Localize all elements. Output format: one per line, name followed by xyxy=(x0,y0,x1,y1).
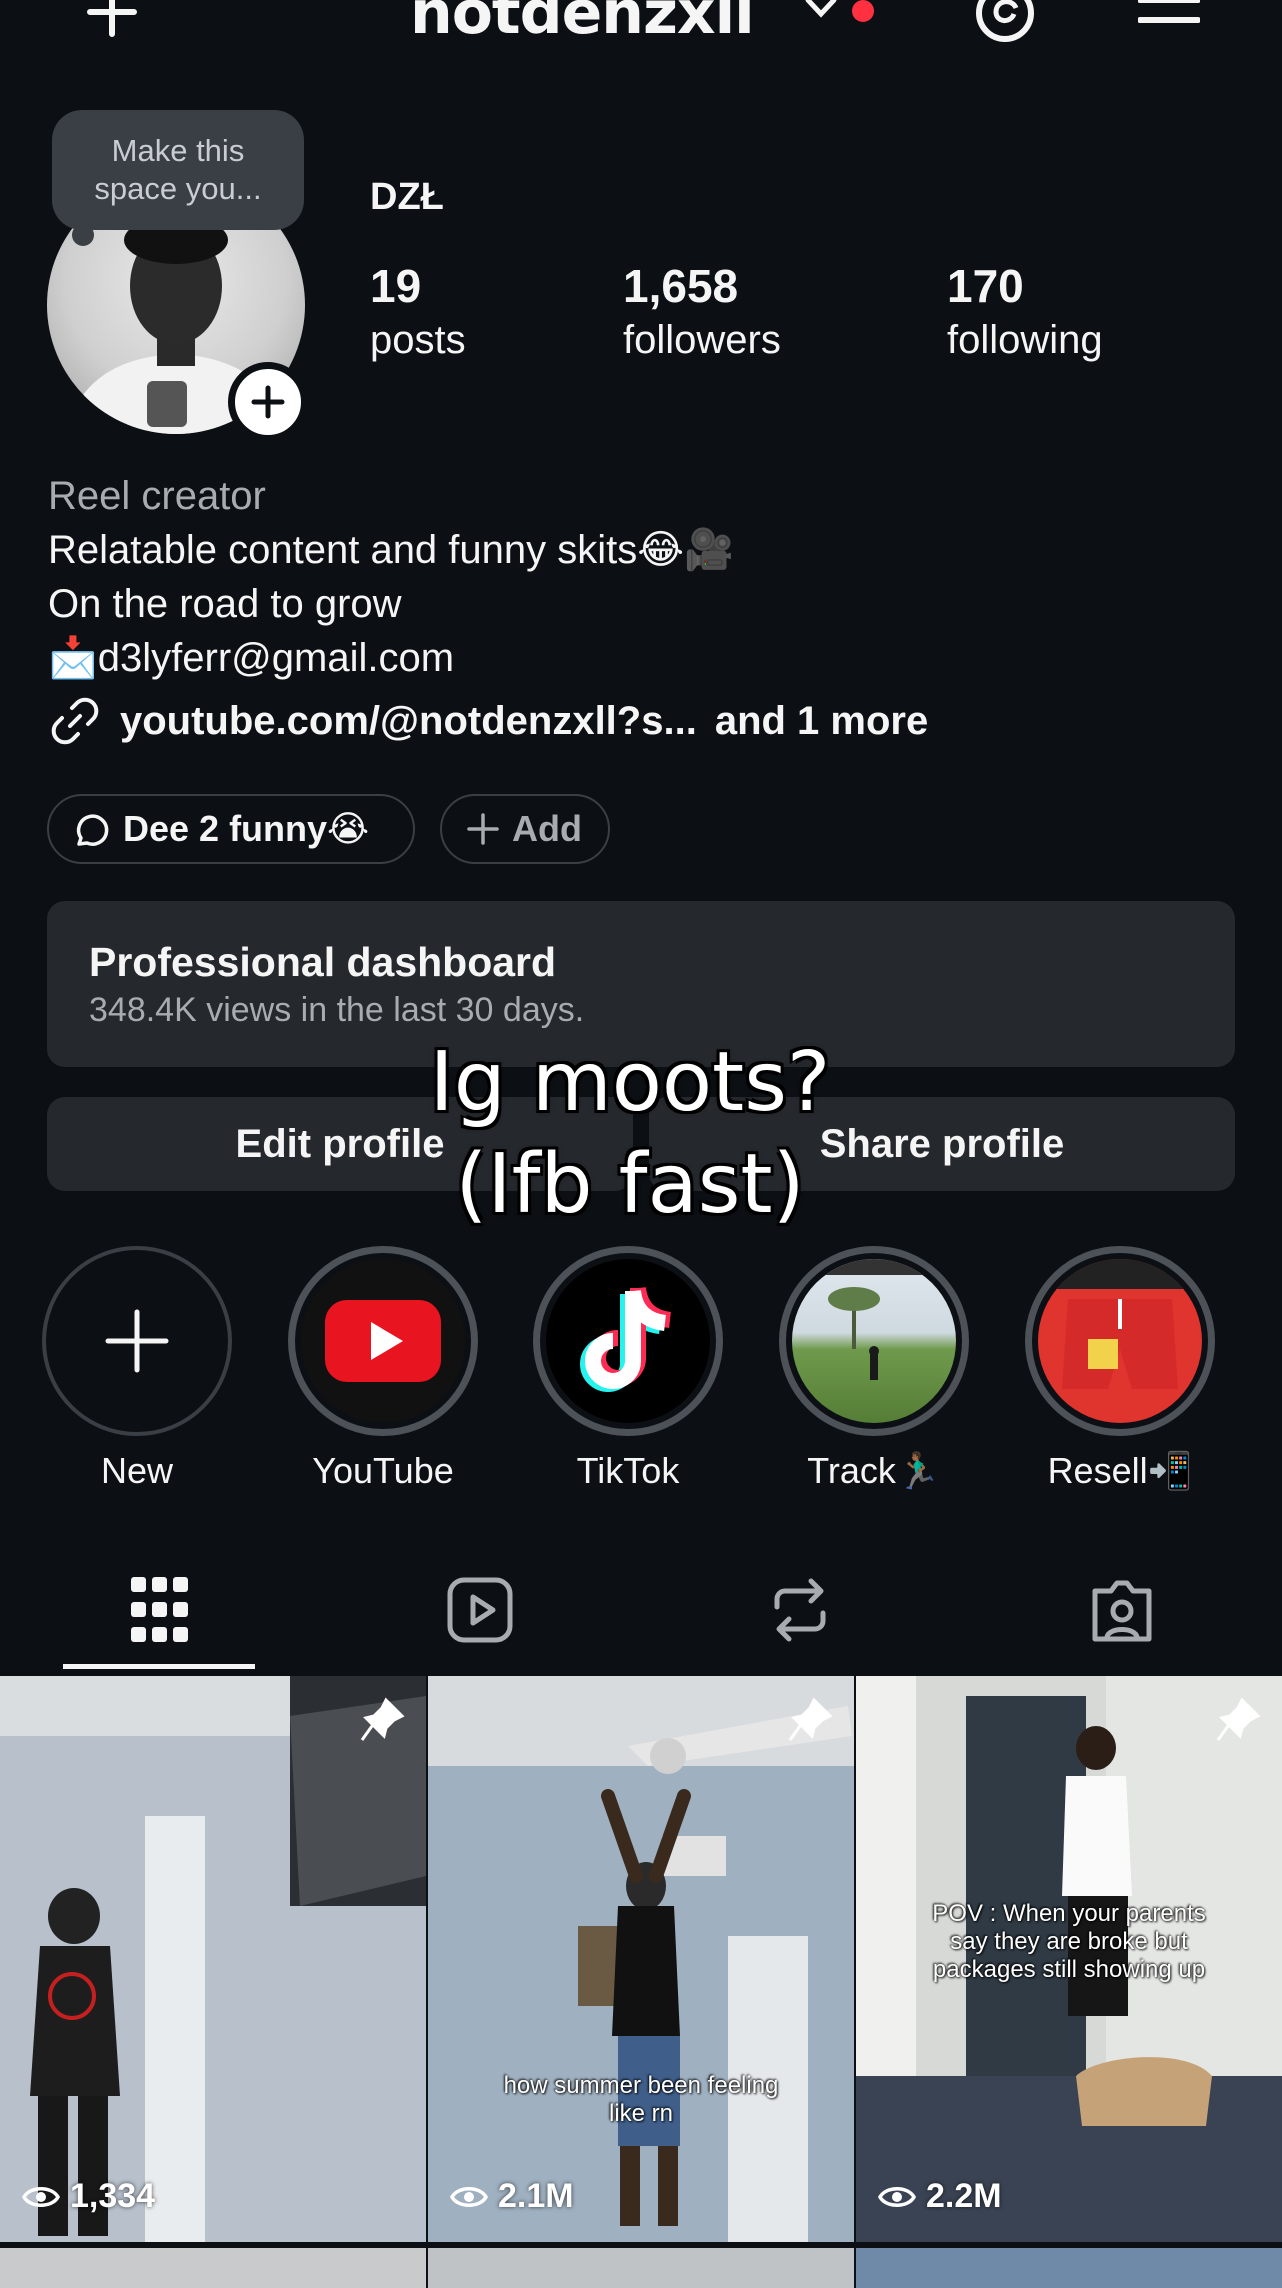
plus-icon xyxy=(105,1309,169,1373)
bio-line[interactable]: 📩d3lyferr@gmail.com xyxy=(48,631,454,685)
post-tile[interactable]: POV : When your parents say they are bro… xyxy=(856,1676,1282,2242)
highlight-label: Resell📲 xyxy=(1047,1450,1193,1491)
view-count-value: 2.2M xyxy=(926,2177,1002,2215)
display-name: DZŁ xyxy=(370,176,444,218)
highlight-resell[interactable]: Resell📲 xyxy=(1022,1246,1218,1492)
dashboard-title: Professional dashboard xyxy=(89,939,557,985)
notification-dot xyxy=(852,0,874,22)
tab-tagged[interactable] xyxy=(1082,1570,1162,1650)
tab-reels[interactable] xyxy=(440,1570,520,1650)
add-chip[interactable]: Add xyxy=(440,794,610,864)
stat-label: followers xyxy=(623,318,781,362)
bio-link-more[interactable]: and 1 more xyxy=(715,699,928,744)
view-count: 2.1M xyxy=(450,2177,574,2216)
bio-links[interactable]: youtube.com/@notdenzxll?s... and 1 more xyxy=(48,694,928,748)
eye-icon xyxy=(878,2186,916,2207)
bio-category: Reel creator xyxy=(48,474,266,518)
stat-label: posts xyxy=(370,318,466,362)
post-caption: POV : When your parents say they are bro… xyxy=(932,1900,1206,1983)
bio-line: Relatable content and funny skits😂🎥 xyxy=(48,528,734,572)
view-count: 2.2M xyxy=(878,2177,1002,2216)
highlight-label: TikTok xyxy=(576,1450,680,1491)
stat-following[interactable]: 170 following xyxy=(947,258,1103,366)
post-tile[interactable] xyxy=(856,2248,1282,2288)
highlight-tiktok[interactable]: TikTok xyxy=(530,1246,726,1492)
tagged-icon xyxy=(1092,1580,1152,1642)
tab-grid[interactable] xyxy=(120,1570,200,1650)
plus-icon xyxy=(467,813,499,845)
chevron-down-icon[interactable] xyxy=(804,0,838,29)
threads-chat-icon xyxy=(76,814,109,846)
tiktok-icon xyxy=(580,1286,672,1392)
highlight-new[interactable]: New xyxy=(39,1246,235,1492)
highlight-label: Track🏃🏾‍♂️ xyxy=(807,1450,941,1491)
highlight-label: YouTube xyxy=(312,1450,454,1491)
reels-icon xyxy=(447,1577,513,1643)
link-icon xyxy=(51,697,99,745)
youtube-icon xyxy=(325,1300,441,1382)
bio-link-url[interactable]: youtube.com/@notdenzxll?s... xyxy=(120,699,697,744)
highlight-label: New xyxy=(100,1450,174,1491)
stat-label: following xyxy=(947,318,1103,362)
stat-value: 19 xyxy=(370,260,422,312)
stat-value: 170 xyxy=(947,260,1024,312)
view-count-value: 1,334 xyxy=(70,2177,156,2215)
dashboard-subtitle: 348.4K views in the last 30 days. xyxy=(89,991,585,1029)
account-username[interactable]: notdenzxll xyxy=(410,0,755,48)
highlight-thumbnail xyxy=(1038,1259,1202,1423)
pin-icon xyxy=(360,1696,406,1747)
stat-posts[interactable]: 19 posts xyxy=(370,258,466,366)
post-tile[interactable] xyxy=(428,2248,854,2288)
post-caption: how summer been feeling like rn xyxy=(503,2072,779,2127)
add-story-button[interactable] xyxy=(228,362,308,442)
menu-icon[interactable] xyxy=(1137,0,1201,45)
post-tile[interactable] xyxy=(0,2248,426,2288)
stat-value: 1,658 xyxy=(623,260,739,312)
reposts-icon xyxy=(774,1578,826,1642)
note-tail xyxy=(72,224,94,246)
threads-chip[interactable]: Dee 2 funny😭 xyxy=(47,794,415,864)
profile-note[interactable]: Make this space you... xyxy=(52,110,304,230)
threads-chip-label: Dee 2 funny😭 xyxy=(123,808,370,849)
pin-icon xyxy=(1216,1696,1262,1747)
bio-line: On the road to grow xyxy=(48,582,402,626)
highlight-thumbnail xyxy=(792,1259,956,1423)
threads-icon[interactable] xyxy=(972,0,1038,51)
overlay-caption: Ig moots? (Ifb fast) xyxy=(380,1032,880,1236)
stat-followers[interactable]: 1,658 followers xyxy=(623,258,781,366)
add-chip-label: Add xyxy=(512,808,582,849)
post-tile[interactable]: 1,334 xyxy=(0,1676,426,2242)
eye-icon xyxy=(450,2186,488,2207)
overlay-caption-line: Ig moots? xyxy=(429,1035,831,1130)
view-count: 1,334 xyxy=(22,2177,155,2216)
overlay-caption-line: (Ifb fast) xyxy=(455,1137,805,1232)
active-tab-indicator xyxy=(63,1664,255,1669)
highlight-youtube[interactable]: YouTube xyxy=(285,1246,481,1492)
grid-icon xyxy=(131,1577,188,1642)
pin-icon xyxy=(788,1696,834,1747)
eye-icon xyxy=(22,2186,60,2207)
highlight-track[interactable]: Track🏃🏾‍♂️ xyxy=(776,1246,972,1492)
post-tile[interactable]: how summer been feeling like rn 2.1M xyxy=(428,1676,854,2242)
create-icon[interactable] xyxy=(80,0,144,45)
view-count-value: 2.1M xyxy=(498,2177,574,2215)
tab-reposts[interactable] xyxy=(760,1570,840,1650)
plus-icon xyxy=(251,385,285,419)
